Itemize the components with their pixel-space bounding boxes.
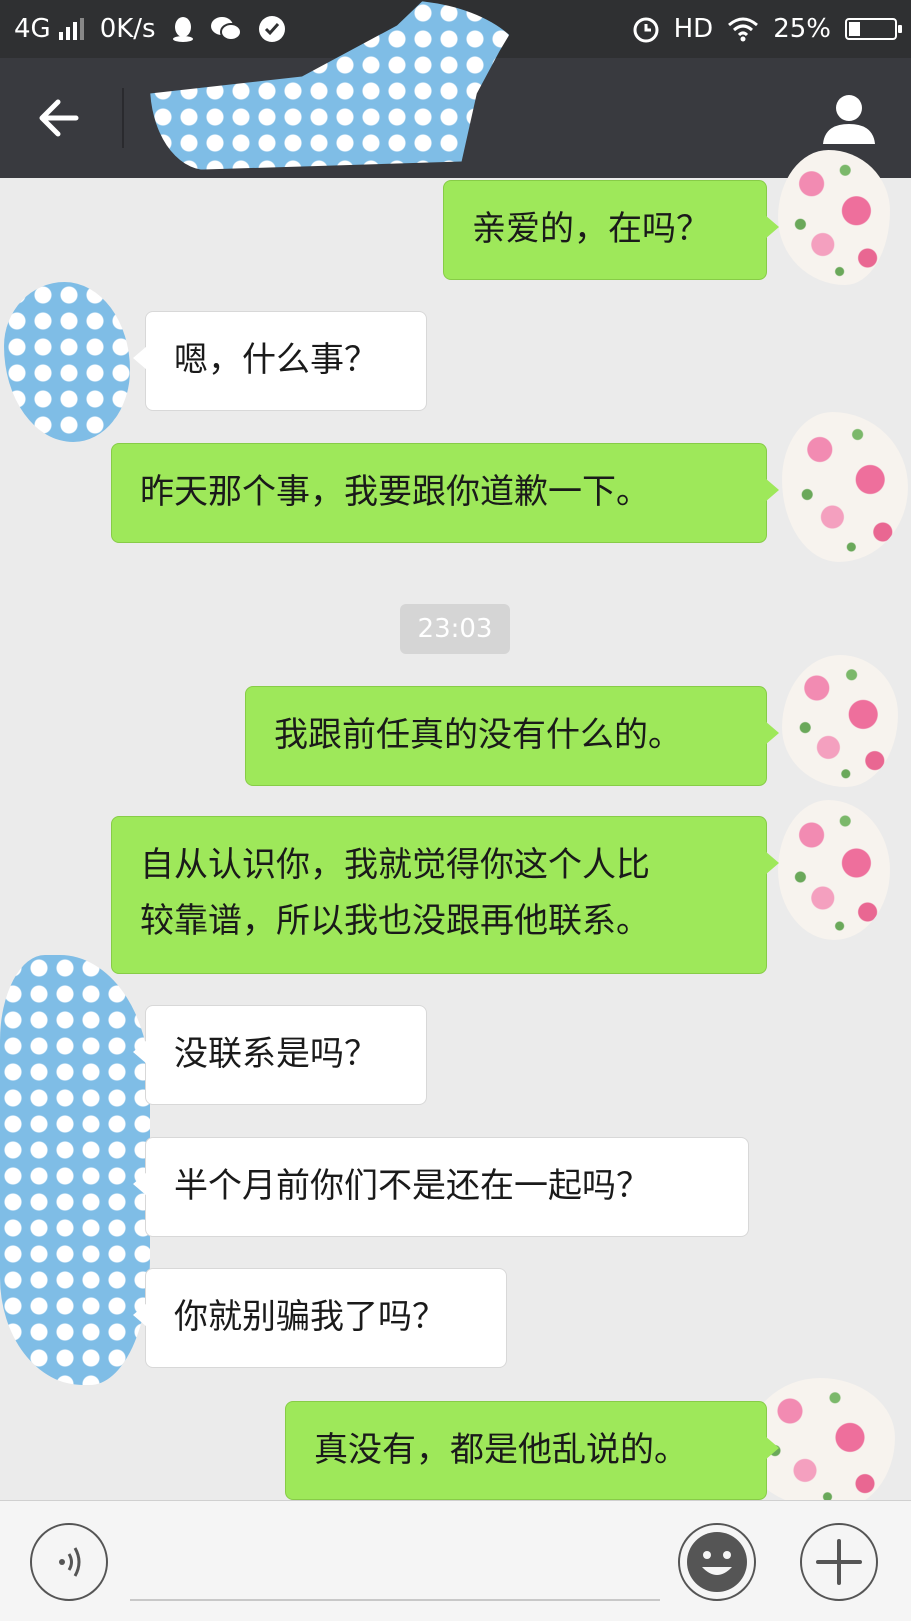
arrow-left-icon — [39, 99, 79, 137]
message-bubble[interactable]: 亲爱的，在吗？ — [443, 180, 779, 280]
plus-icon — [816, 1539, 862, 1585]
network-type: 4G — [14, 14, 51, 44]
back-button[interactable] — [30, 86, 94, 150]
message-bubble[interactable]: 你就别骗我了吗？ — [133, 1268, 507, 1368]
contact-avatar[interactable] — [4, 282, 130, 442]
qq-icon — [172, 17, 193, 42]
header-divider — [122, 88, 124, 148]
more-options-button[interactable] — [800, 1523, 878, 1601]
my-avatar[interactable] — [782, 412, 908, 562]
message-bubble[interactable]: 自从认识你，我就觉得你这个人比 较靠谱，所以我也没跟再他联系。 — [111, 816, 779, 974]
contact-avatar[interactable] — [0, 955, 150, 1385]
chat-info-button[interactable] — [817, 86, 881, 150]
check-circle-icon — [258, 16, 285, 42]
voice-icon — [59, 1547, 81, 1577]
my-avatar[interactable] — [782, 655, 898, 787]
my-avatar[interactable] — [778, 800, 890, 940]
message-bubble[interactable]: 没联系是吗？ — [133, 1005, 427, 1105]
my-avatar[interactable] — [778, 150, 890, 285]
message-bubble[interactable]: 半个月前你们不是还在一起吗？ — [133, 1137, 749, 1237]
battery-percent: 25% — [773, 14, 831, 44]
signal-icon — [58, 18, 84, 40]
network-speed: 0K/s — [99, 14, 156, 44]
input-bar — [0, 1500, 911, 1621]
voice-button[interactable] — [30, 1523, 108, 1601]
message-input[interactable] — [130, 1599, 660, 1601]
emoji-icon — [687, 1532, 747, 1592]
hd-indicator: HD — [673, 14, 714, 44]
emoji-button[interactable] — [678, 1523, 756, 1601]
battery-icon — [845, 18, 902, 40]
message-bubble[interactable]: 真没有，都是他乱说的。 — [285, 1401, 779, 1500]
message-bubble[interactable]: 嗯，什么事？ — [133, 311, 427, 411]
alarm-icon — [633, 17, 659, 43]
person-icon — [823, 95, 875, 144]
wifi-icon — [728, 17, 759, 42]
message-timestamp: 23:03 — [400, 604, 510, 654]
message-bubble[interactable]: 昨天那个事，我要跟你道歉一下。 — [111, 443, 779, 543]
message-bubble[interactable]: 我跟前任真的没有什么的。 — [245, 686, 779, 786]
wechat-icon — [210, 17, 242, 41]
